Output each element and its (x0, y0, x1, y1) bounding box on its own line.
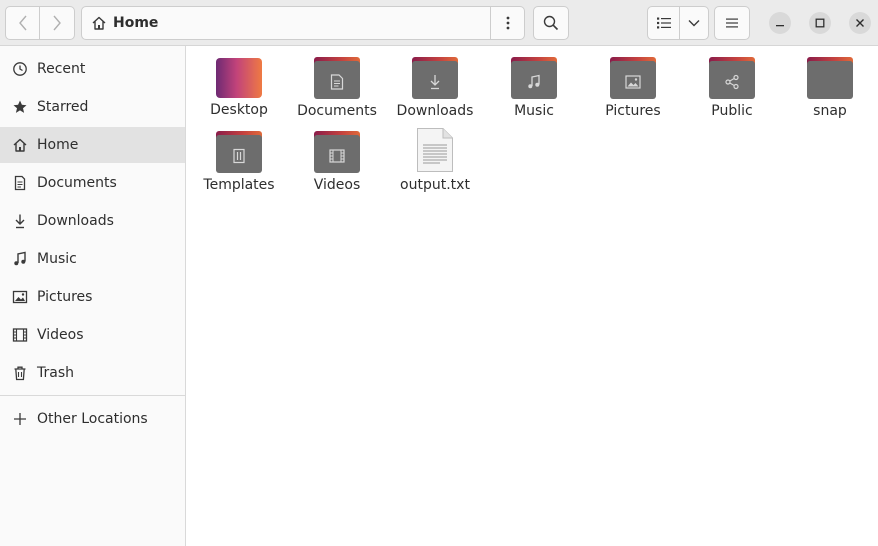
sidebar-item-other-locations[interactable]: Other Locations (0, 401, 185, 437)
file-label: Public (711, 103, 753, 119)
file-label: Music (514, 103, 554, 119)
sidebar-item-music[interactable]: Music (0, 241, 185, 277)
sidebar-item-label: Music (37, 251, 77, 267)
file-item-desktop[interactable]: Desktop (190, 47, 288, 121)
plus-icon (11, 410, 29, 428)
sidebar-item-videos[interactable]: Videos (0, 317, 185, 353)
file-item-templates[interactable]: Templates (190, 121, 288, 195)
folder-icon (709, 57, 755, 99)
chevron-down-icon (688, 20, 700, 27)
folder-icon (610, 57, 656, 99)
file-label: Downloads (396, 103, 474, 119)
path-label: Home (113, 15, 159, 31)
music-icon (11, 250, 29, 268)
film-icon (314, 139, 360, 173)
file-item-music[interactable]: Music (485, 47, 583, 121)
main-menu-button[interactable] (714, 6, 750, 40)
sidebar-item-label: Trash (37, 365, 74, 381)
file-item-snap[interactable]: snap (781, 47, 878, 121)
sidebar-item-label: Videos (37, 327, 84, 343)
music-icon (511, 65, 557, 99)
file-item-pictures[interactable]: Pictures (584, 47, 682, 121)
share-icon (709, 65, 755, 99)
sidebar-item-label: Starred (37, 99, 89, 115)
template-icon (216, 139, 262, 173)
minimize-button[interactable] (769, 12, 791, 34)
trash-icon (11, 364, 29, 382)
folder-icon (511, 57, 557, 99)
desktop-folder-icon (216, 58, 262, 98)
text-file-icon (416, 127, 454, 173)
maximize-icon (815, 18, 825, 28)
file-item-videos[interactable]: Videos (288, 121, 386, 195)
sidebar-item-home[interactable]: Home (0, 127, 185, 163)
sidebar-item-label: Recent (37, 61, 86, 77)
chevron-left-icon (18, 15, 27, 31)
sidebar: Recent Starred Home Documents Downloads … (0, 46, 186, 546)
header-bar: Home (0, 0, 878, 46)
search-button[interactable] (533, 6, 569, 40)
folder-icon (314, 131, 360, 173)
forward-button[interactable] (39, 6, 75, 40)
film-icon (11, 326, 29, 344)
sidebar-item-label: Pictures (37, 289, 93, 305)
hamburger-menu-icon (726, 18, 738, 28)
file-label: Templates (203, 177, 275, 193)
file-label: Pictures (605, 103, 661, 119)
folder-icon (807, 57, 853, 99)
file-manager-window: Home Recent Starred Home Documents Downl… (0, 0, 878, 546)
star-icon (11, 98, 29, 116)
minimize-icon (776, 25, 784, 27)
navigation-buttons (5, 6, 75, 40)
image-icon (610, 65, 656, 99)
view-options-dropdown[interactable] (679, 6, 709, 40)
sidebar-item-trash[interactable]: Trash (0, 355, 185, 391)
sidebar-item-label: Home (37, 137, 79, 153)
kebab-menu-icon (506, 16, 509, 30)
home-icon (11, 136, 29, 154)
file-item-output-txt[interactable]: output.txt (386, 121, 484, 195)
sidebar-item-downloads[interactable]: Downloads (0, 203, 185, 239)
document-icon (314, 65, 360, 99)
sidebar-item-documents[interactable]: Documents (0, 165, 185, 201)
search-icon (543, 15, 559, 31)
file-item-public[interactable]: Public (683, 47, 781, 121)
file-label: Desktop (210, 102, 268, 118)
file-label: snap (813, 103, 847, 119)
image-icon (11, 288, 29, 306)
list-view-icon (656, 17, 671, 29)
download-icon (11, 212, 29, 230)
chevron-right-icon (53, 15, 61, 31)
sidebar-item-label: Downloads (37, 213, 114, 229)
maximize-button[interactable] (809, 12, 831, 34)
download-icon (412, 65, 458, 99)
sidebar-item-recent[interactable]: Recent (0, 51, 185, 87)
sidebar-item-label: Other Locations (37, 411, 148, 427)
list-view-button[interactable] (647, 6, 680, 40)
sidebar-item-pictures[interactable]: Pictures (0, 279, 185, 315)
file-item-documents[interactable]: Documents (288, 47, 386, 121)
path-home-button[interactable]: Home (82, 7, 492, 39)
back-button[interactable] (5, 6, 40, 40)
path-bar: Home (81, 6, 525, 40)
file-grid: Desktop Documents Downloads Music Pictur… (187, 47, 878, 546)
folder-icon (216, 131, 262, 173)
folder-icon (314, 57, 360, 99)
sidebar-item-label: Documents (37, 175, 117, 191)
close-button[interactable] (849, 12, 871, 34)
file-label: output.txt (400, 177, 470, 193)
view-toggle-group (647, 6, 709, 40)
file-label: Videos (313, 177, 361, 193)
sidebar-item-starred[interactable]: Starred (0, 89, 185, 125)
folder-icon (412, 57, 458, 99)
path-menu-button[interactable] (490, 7, 524, 39)
file-label: Documents (297, 103, 377, 119)
home-icon (92, 16, 106, 30)
clock-icon (11, 60, 29, 78)
close-icon (856, 19, 864, 27)
sidebar-divider (0, 395, 185, 396)
document-icon (11, 174, 29, 192)
file-item-downloads[interactable]: Downloads (386, 47, 484, 121)
